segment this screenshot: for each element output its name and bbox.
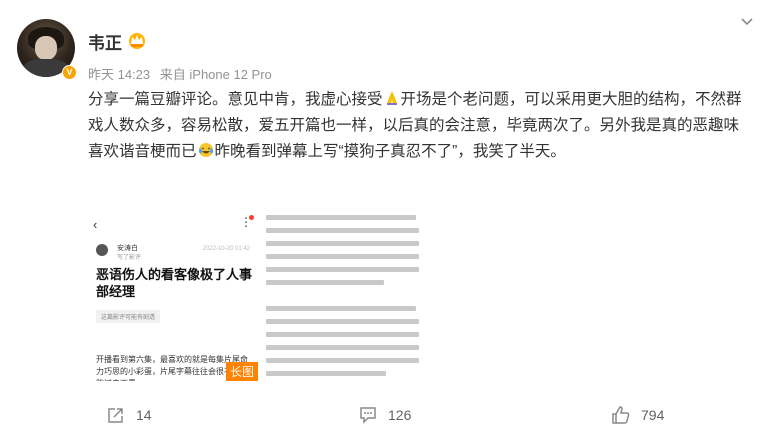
- text-line: [266, 254, 419, 259]
- vip-crown-icon[interactable]: [127, 31, 147, 49]
- post-content: 分享一篇豆瓣评论。意见中肯，我虚心接受 开场是个老问题，可以采用更大胆的结构，不然…: [88, 87, 753, 165]
- post-image-1[interactable]: ‹ ⋮ 安涛白 写了影评 2022-10-20 01:42 恶语伤人的看客像极了…: [88, 211, 258, 381]
- review-date: 2022-10-20 01:42: [202, 246, 250, 252]
- review-author-sub: 写了影评: [117, 255, 142, 261]
- post-text-part1: 分享一篇豆瓣评论。意见中肯，我虚心接受: [88, 91, 383, 108]
- text-line: [266, 345, 419, 350]
- post-text-part3: 昨晚看到弹幕上写“摸狗子真忍不了”，我笑了半天。: [214, 143, 566, 160]
- action-bar: 14 126 794: [0, 397, 769, 434]
- share-button[interactable]: 14: [106, 405, 152, 425]
- notification-dot-icon: [249, 215, 254, 220]
- text-line: [266, 306, 416, 311]
- text-line: [266, 241, 419, 246]
- text-line: [266, 319, 419, 324]
- review-title: 恶语伤人的看客像极了人事部经理: [96, 267, 253, 299]
- text-line: [266, 332, 419, 337]
- review-body: 开播看到第六集，最喜欢的就是每集片尾命力巧思的小彩蛋，片尾字幕往往会很不起眼跳过…: [96, 355, 248, 381]
- thumbs-up-icon: [612, 406, 630, 424]
- author-avatar: [96, 244, 108, 256]
- username[interactable]: 韦正: [88, 29, 122, 54]
- back-icon: ‹: [93, 217, 98, 232]
- comment-button[interactable]: 126: [358, 405, 411, 425]
- post-meta: 昨天 14:23 来自 iPhone 12 Pro: [88, 64, 278, 83]
- text-line: [266, 358, 419, 363]
- post-time[interactable]: 昨天 14:23: [88, 67, 150, 82]
- laugh-cry-icon: [198, 143, 213, 157]
- text-line: [266, 280, 384, 285]
- text-line: [266, 371, 386, 376]
- verified-badge-icon: V: [62, 65, 77, 80]
- share-icon: [108, 408, 123, 423]
- like-count: 794: [641, 407, 665, 423]
- comment-icon: [360, 407, 376, 424]
- comment-count: 126: [388, 407, 412, 423]
- spoiler-tag: 这篇影评可能有剧透: [96, 310, 161, 323]
- text-line: [266, 267, 419, 272]
- text-line: [266, 215, 416, 220]
- post-source: 来自 iPhone 12 Pro: [159, 67, 272, 82]
- like-button[interactable]: 794: [611, 405, 664, 425]
- avatar[interactable]: V: [17, 19, 77, 80]
- share-count: 14: [136, 407, 152, 423]
- post-image-2[interactable]: [261, 211, 430, 381]
- praying-hands-icon: [386, 91, 397, 105]
- chevron-down-icon[interactable]: [739, 14, 755, 30]
- text-line: [266, 228, 419, 233]
